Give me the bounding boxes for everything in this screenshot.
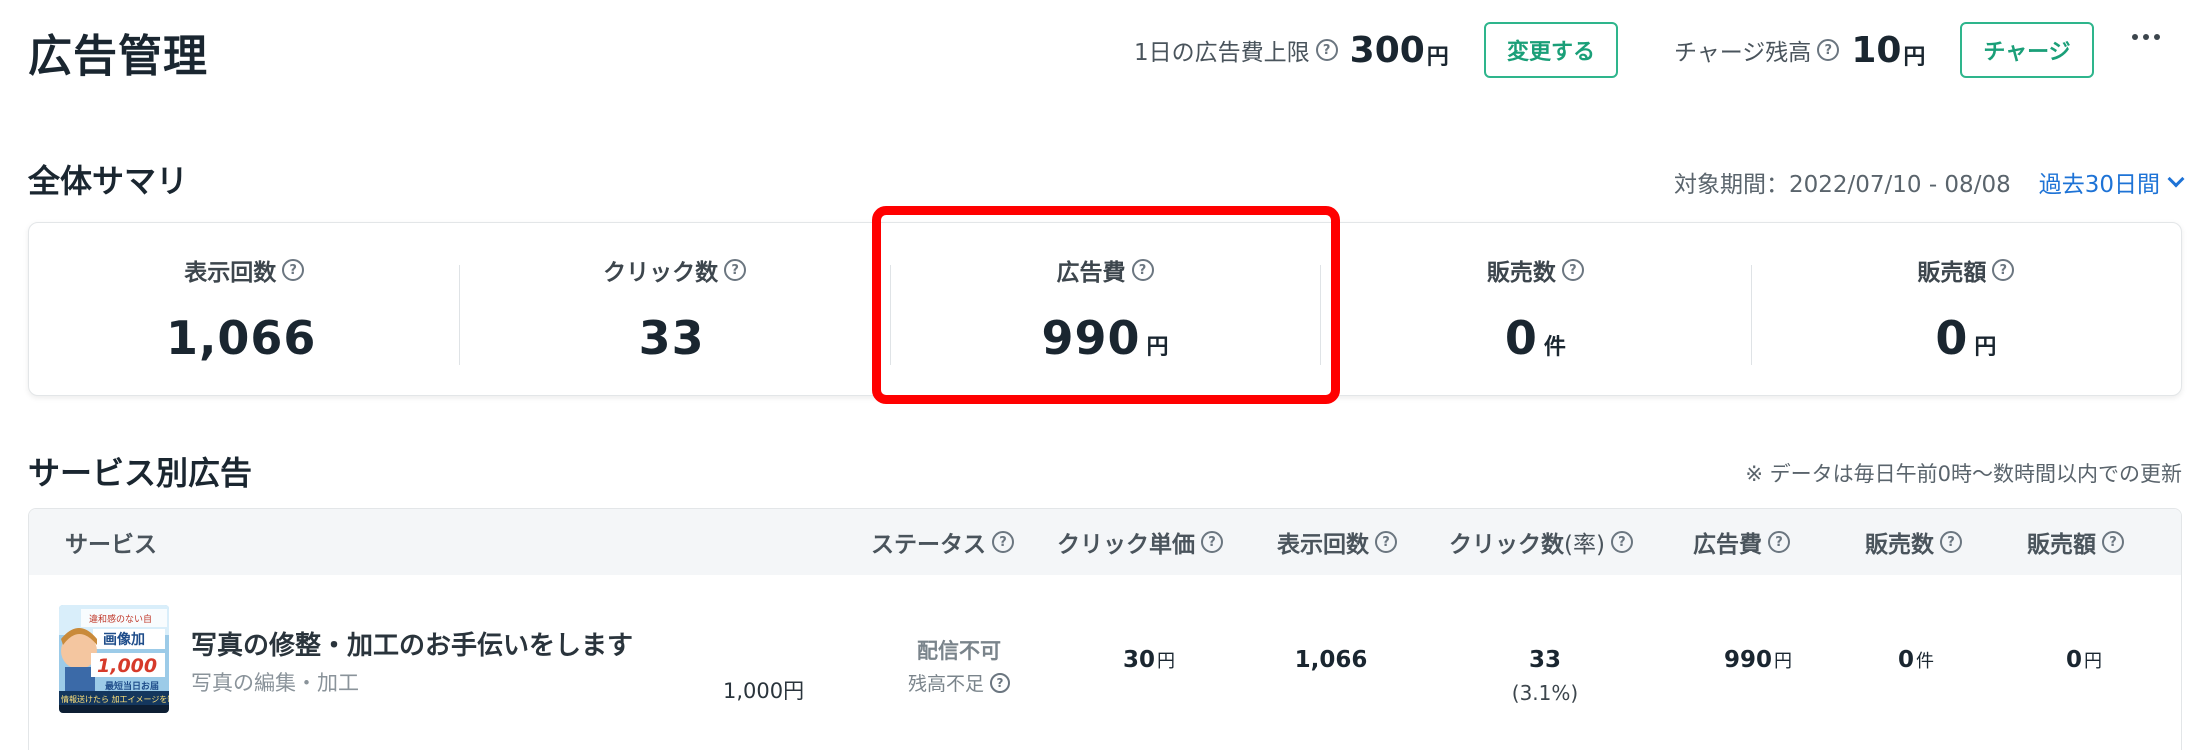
thumbnail-text: 画像加 bbox=[103, 631, 145, 648]
thumbnail-text: 違和感のない自 bbox=[89, 613, 152, 625]
metric-label: 表示回数 bbox=[184, 260, 277, 286]
charge-balance-label: チャージ残高 bbox=[1674, 40, 1812, 66]
ad-cost-unit: 円 bbox=[1774, 651, 1792, 672]
help-icon[interactable]: ? bbox=[1940, 531, 1962, 553]
help-icon[interactable]: ? bbox=[2102, 531, 2124, 553]
column-header-status: ステータス? bbox=[871, 509, 1014, 575]
help-icon[interactable]: ? bbox=[282, 259, 305, 281]
metric-sales-count: 販売数? 0件 bbox=[1320, 223, 1750, 395]
period-dropdown-label: 過去30日間 bbox=[2038, 172, 2160, 198]
period-text: 対象期間：2022/07/10 - 08/08 bbox=[1673, 172, 2011, 198]
help-icon[interactable]: ? bbox=[1768, 531, 1790, 553]
metric-sales-amount: 販売額? 0円 bbox=[1750, 223, 2181, 395]
help-icon[interactable]: ? bbox=[1610, 531, 1633, 553]
clicks-value: 33 bbox=[1528, 647, 1561, 673]
column-header-label: クリック数 bbox=[1449, 532, 1564, 558]
metric-value: 0 bbox=[1504, 311, 1538, 365]
ad-cost-value: 990 bbox=[1723, 647, 1772, 673]
charge-balance-unit: 円 bbox=[1903, 45, 1926, 70]
thumbnail-text: 情報送けたら 加工イメージを制 bbox=[61, 694, 169, 704]
cpc-unit: 円 bbox=[1157, 651, 1175, 672]
sales-amount-value: 0 bbox=[2065, 647, 2082, 673]
daily-limit-unit: 円 bbox=[1426, 45, 1449, 70]
daily-limit: 1日の広告費上限 ? 300 円 bbox=[1134, 22, 1449, 78]
thumbnail-text: 最短当日お届 bbox=[105, 680, 159, 692]
status-reason: 残高不足 bbox=[907, 673, 984, 695]
column-header-sales-amount: 販売額? bbox=[2027, 509, 2124, 575]
charge-button[interactable]: チャージ bbox=[1960, 22, 2094, 78]
service-category: 写真の編集・加工 bbox=[191, 671, 359, 695]
status-label: 配信不可 bbox=[917, 639, 1001, 663]
metric-impressions: 表示回数? 1,066 bbox=[29, 223, 459, 395]
metric-value: 0 bbox=[1935, 311, 1969, 365]
column-header-rate: (率) bbox=[1564, 532, 1605, 558]
service-price: 1,000円 bbox=[723, 679, 805, 703]
metric-value: 1,066 bbox=[165, 311, 317, 365]
metric-label: 販売額 bbox=[1917, 260, 1987, 286]
column-header-label: 表示回数 bbox=[1277, 532, 1369, 558]
thumbnail-text: 1,000 bbox=[97, 655, 157, 677]
daily-limit-label: 1日の広告費上限 bbox=[1134, 40, 1310, 66]
change-limit-button[interactable]: 変更する bbox=[1484, 22, 1618, 78]
metric-unit: 円 bbox=[1974, 335, 1997, 360]
metric-label: クリック数 bbox=[603, 260, 719, 286]
chevron-down-icon bbox=[2167, 170, 2185, 188]
metric-value: 33 bbox=[638, 311, 705, 365]
impressions-cell: 1,066 bbox=[1261, 647, 1401, 673]
more-horizontal-icon[interactable] bbox=[2132, 34, 2160, 40]
summary-title: 全体サマリ bbox=[28, 162, 189, 200]
clicks-cell: 33 (3.1%) bbox=[1475, 647, 1615, 705]
metric-clicks: クリック数? 33 bbox=[459, 223, 889, 395]
column-header-cpc: クリック単価? bbox=[1057, 509, 1223, 575]
page-title: 広告管理 bbox=[28, 31, 208, 82]
column-header-label: 広告費 bbox=[1693, 532, 1762, 558]
status-cell: 配信不可 残高不足? bbox=[889, 635, 1029, 696]
cpc-cell: 30 円 bbox=[1079, 647, 1219, 673]
sales-amount-cell: 0円 bbox=[2029, 647, 2139, 673]
metric-unit: 件 bbox=[1543, 335, 1566, 360]
help-icon[interactable]: ? bbox=[1561, 259, 1584, 281]
update-note: ※ データは毎日午前0時～数時間以内での更新 bbox=[1745, 462, 2182, 486]
metric-label: 販売数 bbox=[1486, 260, 1556, 286]
help-icon[interactable]: ? bbox=[1375, 531, 1397, 553]
help-icon[interactable]: ? bbox=[1315, 39, 1338, 61]
sales-amount-unit: 円 bbox=[2084, 651, 2102, 672]
charge-balance-value: 10 bbox=[1851, 29, 1902, 71]
column-header-label: 販売数 bbox=[1865, 532, 1934, 558]
column-header-impressions: 表示回数? bbox=[1277, 509, 1397, 575]
service-title-link[interactable]: 写真の修整・加工のお手伝いをします bbox=[191, 625, 633, 662]
sales-count-value: 0 bbox=[1897, 647, 1914, 673]
help-icon[interactable]: ? bbox=[1201, 531, 1223, 553]
table-row[interactable]: 違和感のない自 画像加 1,000 最短当日お届 情報送けたら 加工イメージを制… bbox=[29, 575, 2181, 750]
highlight-annotation-box bbox=[872, 206, 1340, 404]
column-header-service: サービス bbox=[65, 532, 157, 558]
impressions-value: 1,066 bbox=[1294, 647, 1368, 673]
column-header-sales-count: 販売数? bbox=[1865, 509, 1962, 575]
column-header-label: クリック単価 bbox=[1057, 532, 1195, 558]
ad-cost-cell: 990 円 bbox=[1693, 647, 1823, 673]
charge-balance: チャージ残高 ? 10 円 bbox=[1674, 22, 1925, 78]
services-table: サービス ステータス? クリック単価? 表示回数? クリック数 (率)? 広告費?… bbox=[28, 508, 2182, 750]
sales-count-cell: 0件 bbox=[1861, 647, 1971, 673]
cpc-value: 30 bbox=[1122, 647, 1155, 673]
period-dropdown[interactable]: 過去30日間 bbox=[2038, 165, 2185, 199]
daily-limit-value: 300 bbox=[1349, 29, 1425, 71]
table-header: サービス ステータス? クリック単価? 表示回数? クリック数 (率)? 広告費?… bbox=[29, 509, 2181, 575]
period-selector: 対象期間：2022/07/10 - 08/08 過去30日間 bbox=[1673, 165, 2185, 199]
help-icon[interactable]: ? bbox=[1817, 39, 1840, 61]
column-header-clicks: クリック数 (率)? bbox=[1449, 509, 1633, 575]
service-thumbnail[interactable]: 違和感のない自 画像加 1,000 最短当日お届 情報送けたら 加工イメージを制 bbox=[59, 605, 169, 713]
column-header-label: 販売額 bbox=[2027, 532, 2096, 558]
help-icon[interactable]: ? bbox=[1992, 259, 2015, 281]
sales-count-unit: 件 bbox=[1916, 651, 1934, 672]
services-title: サービス別広告 bbox=[28, 454, 253, 492]
help-icon[interactable]: ? bbox=[990, 672, 1010, 693]
column-header-label: ステータス bbox=[871, 532, 986, 558]
help-icon[interactable]: ? bbox=[992, 531, 1014, 553]
help-icon[interactable]: ? bbox=[724, 259, 747, 281]
column-header-ad-cost: 広告費? bbox=[1693, 509, 1790, 575]
click-rate: (3.1%) bbox=[1511, 681, 1579, 705]
